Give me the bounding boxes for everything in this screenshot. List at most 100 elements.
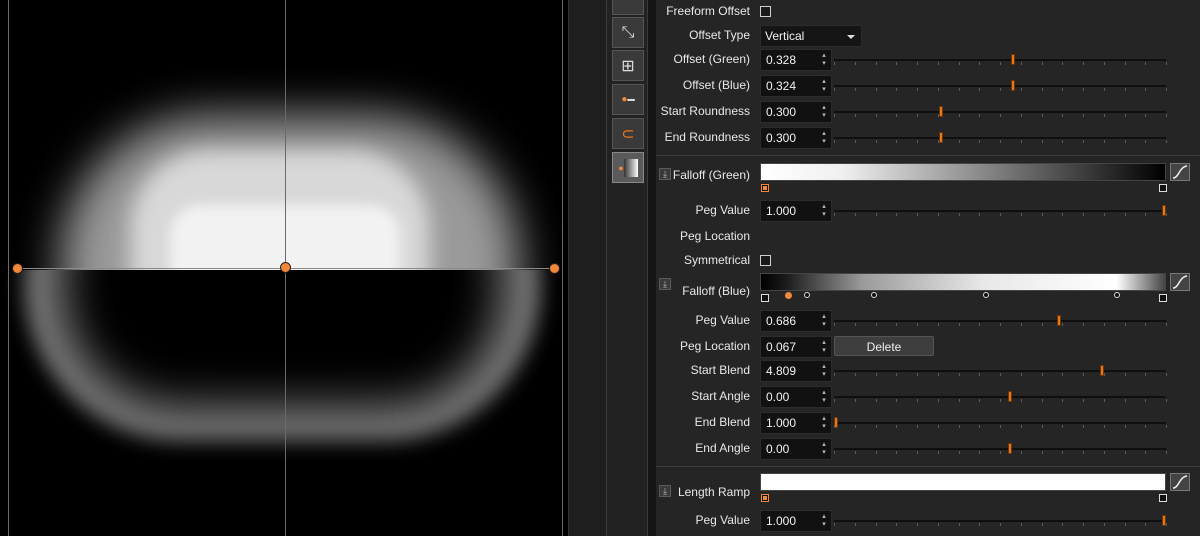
expand-tool-icon[interactable]: ⊞ [612,50,644,81]
end-blend-input[interactable]: 1.000 ▴ ▾ [760,412,832,434]
end-blend-slider[interactable] [834,417,1167,428]
offset-green-slider[interactable] [834,54,1167,65]
slider-tick [1145,323,1146,326]
falloff-green-peg-start[interactable] [761,184,769,192]
slider-tick [979,373,980,376]
slider-tick [855,373,856,376]
length-ramp-peg-end[interactable] [1159,494,1167,502]
slider-tick [876,140,877,143]
collapse-icon[interactable]: ⤓ [659,278,671,290]
falloff-blue-peg-value-input[interactable]: 0.686 ▴ ▾ [760,310,832,332]
falloff-blue-peg-start[interactable] [761,294,769,302]
slider-tick [896,373,897,376]
length-ramp-peg-value-slider[interactable] [834,515,1167,526]
offset-blue-slider-thumb[interactable] [1011,80,1015,91]
spinner-icon[interactable]: ▴ ▾ [821,513,827,529]
curve-editor-icon[interactable] [1170,163,1190,181]
spinner-icon[interactable]: ▴ ▾ [821,389,827,405]
start-roundness-slider[interactable] [834,106,1167,117]
end-blend-label: End Blend [694,415,750,429]
offset-green-label: Offset (Green) [673,52,750,66]
spinner-icon[interactable]: ▴ ▾ [821,78,827,94]
slider-tick [938,373,939,376]
length-ramp-peg-value-input[interactable]: 1.000 ▴ ▾ [760,510,832,532]
spinner-icon[interactable]: ▴ ▾ [821,441,827,457]
slider-tick [1062,140,1063,143]
slider-tick [1125,323,1126,326]
line-point-tool-icon[interactable]: ● ━ [612,84,644,115]
slider-tick [834,399,835,402]
falloff-blue-ramp[interactable] [760,273,1166,291]
end-angle-input[interactable]: 0.00 ▴ ▾ [760,438,832,460]
spinner-icon[interactable]: ▴ ▾ [821,339,827,355]
falloff-green-ramp[interactable] [760,163,1166,181]
slider-tick [979,323,980,326]
spinner-icon[interactable]: ▴ ▾ [821,363,827,379]
falloff-blue-peg-value-thumb[interactable] [1057,315,1061,326]
spinner-icon[interactable]: ▴ ▾ [821,313,827,329]
curve-editor-icon[interactable] [1170,473,1190,491]
falloff-green-peg-end[interactable] [1159,184,1167,192]
slider-tick [1125,213,1126,216]
panel-divider[interactable] [648,0,656,536]
curve-editor-icon[interactable] [1170,273,1190,291]
spinner-icon[interactable]: ▴ ▾ [821,130,827,146]
start-blend-input[interactable]: 4.809 ▴ ▾ [760,360,832,382]
end-roundness-row: End Roundness 0.300 ▴ ▾ [656,126,1200,150]
falloff-green-peg-value-slider[interactable] [834,205,1167,216]
start-angle-slider[interactable] [834,391,1167,402]
falloff-blue-peg-end[interactable] [1159,294,1167,302]
offset-green-input[interactable]: 0.328 ▴ ▾ [760,49,832,71]
slider-tick [1145,213,1146,216]
falloff-blue-peg[interactable] [983,292,989,298]
spinner-icon[interactable]: ▴ ▾ [821,415,827,431]
spinner-icon[interactable]: ▴ ▾ [821,203,827,219]
spinner-icon[interactable]: ▴ ▾ [821,104,827,120]
collapse-icon[interactable]: ⤓ [659,485,671,497]
end-roundness-slider[interactable] [834,132,1167,143]
squeeze-tool-icon[interactable]: ⤡ [612,17,644,48]
slider-tick [979,114,980,117]
freeform-offset-checkbox[interactable] [760,6,771,17]
start-roundness-slider-thumb[interactable] [939,106,943,117]
slider-tick [1062,399,1063,402]
length-ramp[interactable] [760,473,1166,491]
offset-blue-input[interactable]: 0.324 ▴ ▾ [760,75,832,97]
end-angle-slider-thumb[interactable] [1008,443,1012,454]
end-angle-slider[interactable] [834,443,1167,454]
shape-tool-icon[interactable]: ⌒ [612,0,644,15]
start-angle-slider-thumb[interactable] [1008,391,1012,402]
length-ramp-peg-start[interactable] [761,494,769,502]
delete-peg-button[interactable]: Delete [834,336,934,356]
falloff-tool-icon[interactable]: ● [612,152,644,183]
offset-green-slider-thumb[interactable] [1011,54,1015,65]
slider-tick [938,88,939,91]
spinner-icon[interactable]: ▴ ▾ [821,52,827,68]
slider-tick [917,62,918,65]
right-handle[interactable] [549,263,560,274]
start-roundness-input[interactable]: 0.300 ▴ ▾ [760,101,832,123]
center-handle[interactable] [280,262,291,273]
falloff-blue-peg-selected[interactable] [785,292,792,299]
end-blend-row: End Blend 1.000 ▴ ▾ [656,411,1200,435]
end-roundness-slider-thumb[interactable] [939,132,943,143]
falloff-blue-peg-value-slider[interactable] [834,315,1167,326]
falloff-blue-peg[interactable] [871,292,877,298]
falloff-blue-peg[interactable] [804,292,810,298]
start-blend-slider[interactable] [834,365,1167,376]
symmetrical-checkbox[interactable] [760,255,771,266]
start-angle-input[interactable]: 0.00 ▴ ▾ [760,386,832,408]
length-ramp-peg-value: 1.000 [766,514,797,528]
falloff-green-peg-value-input[interactable]: 1.000 ▴ ▾ [760,200,832,222]
viewer-canvas[interactable] [0,0,568,536]
collapse-icon[interactable]: ⤓ [659,168,671,180]
falloff-blue-peg-location-input[interactable]: 0.067 ▴ ▾ [760,336,832,358]
symmetrical-row: Symmetrical [656,249,1200,273]
slider-tick [979,62,980,65]
offset-type-dropdown[interactable]: Vertical [760,25,862,47]
offset-blue-slider[interactable] [834,80,1167,91]
left-handle[interactable] [12,263,23,274]
magnet-tool-icon[interactable]: ⊂ [612,118,644,149]
end-roundness-input[interactable]: 0.300 ▴ ▾ [760,127,832,149]
falloff-blue-peg[interactable] [1114,292,1120,298]
